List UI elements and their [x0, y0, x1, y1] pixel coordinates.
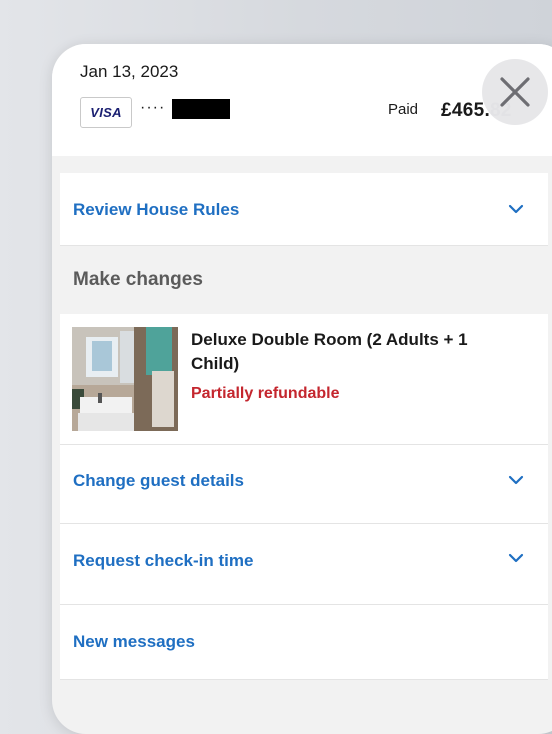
booking-details-sheet: Jan 13, 2023 VISA ···· Paid £465.82 Revi… [52, 44, 552, 734]
request-check-in-time-row[interactable]: Request check-in time [60, 524, 548, 605]
change-guest-details-row[interactable]: Change guest details [60, 445, 548, 524]
payment-summary: Jan 13, 2023 VISA ···· Paid £465.82 [52, 44, 552, 156]
payment-date: Jan 13, 2023 [80, 62, 179, 81]
close-icon [500, 77, 530, 107]
review-house-rules-label: Review House Rules [73, 200, 240, 219]
paid-amount-visible: £465. [441, 100, 491, 121]
chevron-down-icon [508, 204, 524, 214]
chevron-down-icon [508, 553, 524, 563]
change-guest-details-label: Change guest details [73, 471, 244, 490]
new-messages-row[interactable]: New messages [60, 605, 548, 680]
visa-card-icon: VISA [80, 97, 132, 128]
room-card[interactable]: Deluxe Double Room (2 Adults + 1 Child) … [60, 314, 548, 445]
paid-label: Paid [388, 101, 419, 118]
request-check-in-time-label: Request check-in time [73, 551, 254, 570]
review-house-rules-row[interactable]: Review House Rules [60, 173, 548, 246]
room-name: Deluxe Double Room (2 Adults + 1 Child) [191, 330, 468, 373]
room-photo [72, 327, 178, 431]
card-number-masked: ···· [140, 99, 166, 116]
make-changes-heading: Make changes [73, 269, 203, 290]
refund-status: Partially refundable [191, 385, 340, 402]
new-messages-label: New messages [73, 632, 195, 651]
close-button[interactable] [482, 59, 548, 125]
chevron-down-icon [508, 475, 524, 485]
card-number-redaction [172, 99, 230, 119]
